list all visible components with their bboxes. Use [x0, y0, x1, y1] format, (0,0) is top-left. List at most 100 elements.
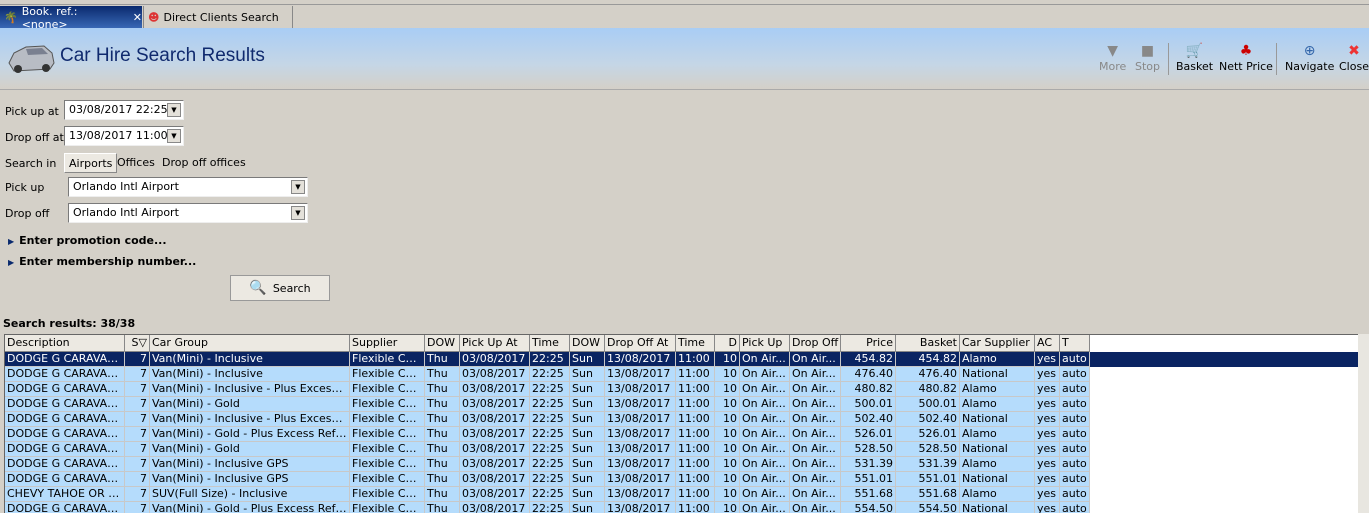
pickup-label: Pick up: [5, 181, 45, 194]
pickup-value: Orlando Intl Airport: [73, 180, 179, 193]
table-row[interactable]: DODGE G CARAVAN ... 7 Van(Mini) - Gold Flex…: [5, 442, 1090, 457]
membership-number-expander[interactable]: ▶ Enter membership number...: [8, 255, 196, 268]
table-row[interactable]: DODGE G CARAVAN ... 7 Van(Mini) - Gold Flex…: [5, 397, 1090, 412]
table-header: Description S▽ Car Group Supplier DOW Pick Up…: [5, 335, 1090, 352]
column-header[interactable]: AC: [1035, 335, 1060, 352]
table-cell: 7: [125, 487, 150, 502]
table-cell: Van(Mini) - Inclusive GPS: [150, 472, 350, 487]
table-cell: auto: [1060, 367, 1090, 382]
basket-button[interactable]: 🛒 Basket: [1176, 42, 1213, 73]
promotion-code-expander[interactable]: ▶ Enter promotion code...: [8, 234, 167, 247]
table-cell: Flexible Car...: [350, 352, 425, 367]
column-header[interactable]: Description: [5, 335, 125, 352]
column-header[interactable]: Drop Off: [790, 335, 841, 352]
table-row[interactable]: DODGE G CARAVAN ... 7 Van(Mini) - Inclusiv…: [5, 382, 1090, 397]
table-cell: On Air...: [740, 382, 790, 397]
column-header[interactable]: Car Group: [150, 335, 350, 352]
table-row[interactable]: DODGE G CARAVAN ... 7 Van(Mini) - Gold - P…: [5, 502, 1090, 513]
search-in-offices[interactable]: Offices: [113, 153, 159, 173]
table-cell: 10: [715, 367, 740, 382]
table-cell: 476.40: [841, 367, 896, 382]
tab-booking[interactable]: 🌴 Book. ref.: <none> ✕: [0, 5, 142, 31]
column-header[interactable]: Time: [530, 335, 570, 352]
dropoff-select[interactable]: Orlando Intl Airport ▼: [68, 203, 308, 223]
table-cell: 11:00: [676, 352, 715, 367]
close-button[interactable]: ✖ Close: [1339, 42, 1369, 73]
table-cell: 500.01: [896, 397, 960, 412]
table-cell: auto: [1060, 442, 1090, 457]
table-row[interactable]: DODGE G CARAVAN ... 7 Van(Mini) - Inclusiv…: [5, 412, 1090, 427]
table-row[interactable]: DODGE G CARAVAN ... 7 Van(Mini) - Inclusiv…: [5, 472, 1090, 487]
close-icon: ✖: [1348, 43, 1360, 59]
column-header[interactable]: Pick Up At: [460, 335, 530, 352]
table-cell: 22:25: [530, 352, 570, 367]
table-cell: Thu: [425, 397, 460, 412]
table-cell: 7: [125, 502, 150, 513]
table-cell: National: [960, 502, 1035, 513]
pickup-at-field[interactable]: 03/08/2017 22:25 ▼: [64, 100, 184, 120]
table-cell: Sun: [570, 397, 605, 412]
table-cell: yes: [1035, 382, 1060, 397]
tab-bar: 🌴 Book. ref.: <none> ✕ ☻ Direct Clients …: [0, 4, 1369, 31]
table-cell: Van(Mini) - Gold - Plus Excess Refund: [150, 427, 350, 442]
table-cell: 10: [715, 427, 740, 442]
column-header[interactable]: D: [715, 335, 740, 352]
search-button[interactable]: 🔍 Search: [230, 275, 330, 301]
search-in-airports[interactable]: Airports: [64, 153, 118, 173]
column-header[interactable]: Basket: [896, 335, 960, 352]
table-cell: 03/08/2017: [460, 487, 530, 502]
stop-button[interactable]: ■ Stop: [1135, 42, 1160, 73]
table-cell: 7: [125, 427, 150, 442]
column-header[interactable]: DOW: [570, 335, 605, 352]
table-row[interactable]: DODGE G CARAVAN ... 7 Van(Mini) - Inclusiv…: [5, 457, 1090, 472]
navigate-button[interactable]: ⊕ Navigate: [1285, 42, 1334, 73]
table-row[interactable]: DODGE G CARAVAN ... 7 Van(Mini) - Inclusiv…: [5, 367, 1090, 382]
search-in-drop-off-offices[interactable]: Drop off offices: [158, 153, 250, 173]
table-cell: CHEVY TAHOE OR SI...: [5, 487, 125, 502]
table-cell: 22:25: [530, 412, 570, 427]
page-header: Car Hire Search Results ▼ More ■ Stop 🛒 Bas…: [0, 28, 1369, 90]
column-header[interactable]: T: [1060, 335, 1090, 352]
compass-icon: ⊕: [1303, 43, 1316, 59]
table-row[interactable]: DODGE G CARAVAN ... 7 Van(Mini) - Inclusiv…: [5, 352, 1358, 367]
pickup-select[interactable]: Orlando Intl Airport ▼: [68, 177, 308, 197]
chevron-down-icon[interactable]: ▼: [167, 103, 181, 117]
table-row[interactable]: CHEVY TAHOE OR SI... 7 SUV(Full Size) - In…: [5, 487, 1090, 502]
table-cell: 03/08/2017: [460, 367, 530, 382]
more-button[interactable]: ▼ More: [1099, 42, 1126, 73]
table-cell: 476.40: [896, 367, 960, 382]
column-header[interactable]: Pick Up: [740, 335, 790, 352]
table-row[interactable]: DODGE G CARAVAN ... 7 Van(Mini) - Gold - P…: [5, 427, 1090, 442]
column-header[interactable]: Drop Off At: [605, 335, 676, 352]
vertical-scrollbar[interactable]: [1358, 334, 1369, 513]
nett-price-button[interactable]: ♣ Nett Price: [1219, 42, 1273, 73]
column-header[interactable]: S▽: [125, 335, 150, 352]
chevron-down-icon[interactable]: ▼: [291, 180, 305, 194]
table-cell: 10: [715, 457, 740, 472]
column-header[interactable]: Car Supplier: [960, 335, 1035, 352]
table-cell: Sun: [570, 442, 605, 457]
column-header[interactable]: DOW: [425, 335, 460, 352]
table-cell: On Air...: [740, 367, 790, 382]
table-cell: Sun: [570, 502, 605, 513]
dropoff-at-field[interactable]: 13/08/2017 11:00 ▼: [64, 126, 184, 146]
tab-direct-clients-search[interactable]: ☻ Direct Clients Search: [143, 6, 293, 29]
table-cell: 22:25: [530, 502, 570, 513]
table-cell: 13/08/2017: [605, 457, 676, 472]
column-header[interactable]: Supplier: [350, 335, 425, 352]
table-cell: 03/08/2017: [460, 472, 530, 487]
column-header[interactable]: Time: [676, 335, 715, 352]
close-tab-icon[interactable]: ✕: [133, 11, 142, 24]
column-header[interactable]: Price: [841, 335, 896, 352]
table-cell: 10: [715, 397, 740, 412]
dropoff-label: Drop off: [5, 207, 50, 220]
filter-icon[interactable]: ▽: [139, 336, 147, 349]
table-cell: Thu: [425, 457, 460, 472]
button-label: Search: [272, 281, 311, 295]
chevron-down-icon[interactable]: ▼: [291, 206, 305, 220]
table-cell: auto: [1060, 352, 1090, 367]
table-cell: 22:25: [530, 457, 570, 472]
dropoff-at-value: 13/08/2017 11:00: [69, 129, 168, 142]
chevron-down-icon[interactable]: ▼: [167, 129, 181, 143]
table-cell: 03/08/2017: [460, 397, 530, 412]
